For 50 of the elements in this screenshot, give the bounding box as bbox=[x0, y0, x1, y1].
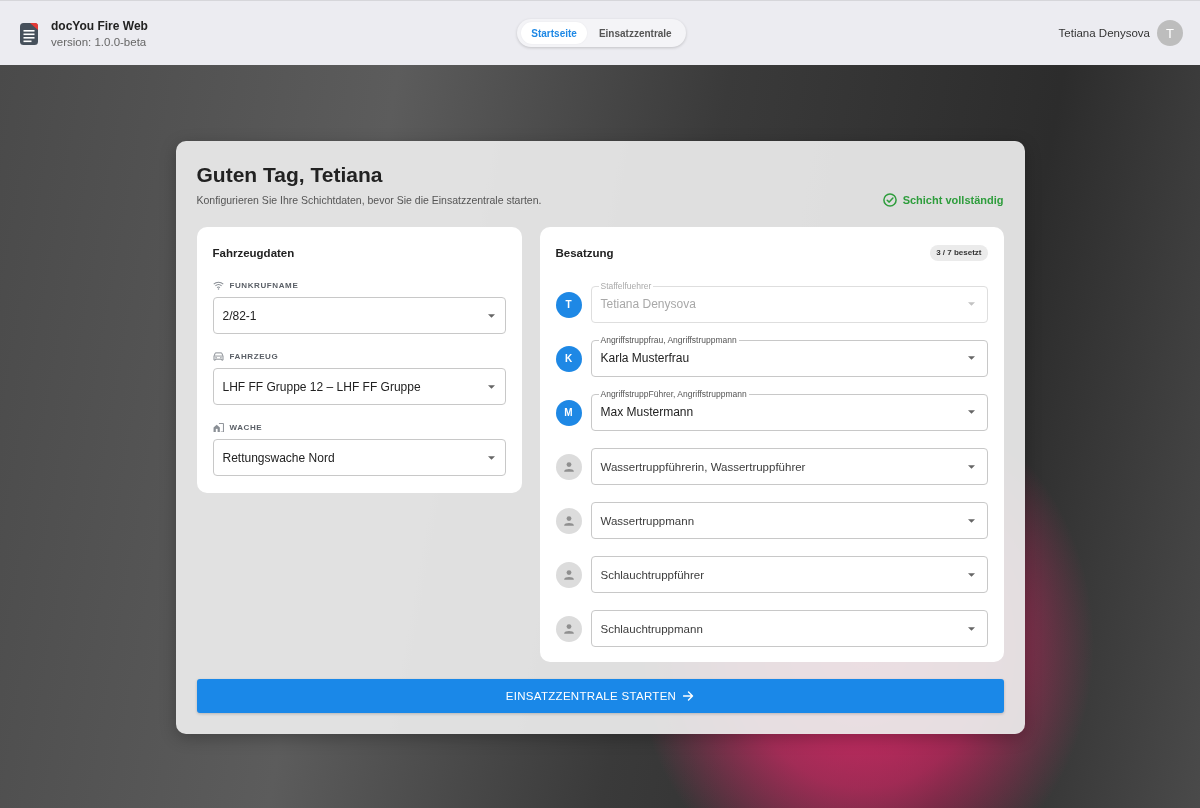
panel-title: Besatzung bbox=[555, 246, 614, 261]
user-name: Tetiana Denysova bbox=[1058, 27, 1150, 39]
field-label: FAHRZEUG bbox=[229, 351, 279, 362]
caret-icon bbox=[967, 518, 975, 523]
crew-select[interactable]: Wassertruppführerin, Wassertruppführer bbox=[590, 448, 988, 485]
check-circle-icon bbox=[882, 193, 897, 207]
crew-select[interactable]: AngriffstruppFührer, Angriffstruppmann Max Mustermann bbox=[590, 388, 988, 431]
member-avatar: K bbox=[555, 345, 582, 372]
shift-status: Schicht vollständig bbox=[902, 194, 1004, 206]
building-icon bbox=[212, 423, 224, 432]
crew-select[interactable]: Angriffstruppfrau, Angriffstruppmann Karla Musterfrau bbox=[590, 334, 988, 377]
panel-title: Fahrzeugdaten bbox=[212, 246, 296, 261]
caret-icon bbox=[487, 384, 495, 389]
wifi-icon bbox=[212, 281, 224, 290]
arrow-right-icon bbox=[683, 691, 695, 701]
field-label: FUNKRUFNAME bbox=[229, 280, 299, 291]
field-label: Staffelfuehrer bbox=[599, 280, 653, 292]
app-title: docYou Fire Web bbox=[51, 18, 148, 33]
caret-icon bbox=[967, 302, 975, 306]
member-avatar: M bbox=[555, 399, 582, 426]
select-field[interactable]: Rettungswache Nord bbox=[212, 439, 506, 476]
start-button[interactable]: EINSATZZENTRALE STARTEN bbox=[196, 679, 1004, 713]
field-label: Angriffstruppfrau, Angriffstruppmann bbox=[599, 334, 738, 346]
person-icon bbox=[555, 561, 582, 588]
car-icon bbox=[212, 352, 224, 361]
select-field[interactable]: 2/82-1 bbox=[212, 297, 506, 334]
crew-select[interactable]: Schlauchtruppmann bbox=[590, 610, 988, 647]
select-field[interactable]: LHF FF Gruppe 12 – LHF FF Gruppe bbox=[212, 368, 506, 405]
caret-icon bbox=[487, 313, 495, 318]
nav-tab[interactable]: Startseite bbox=[521, 22, 587, 44]
crew-select[interactable]: Wassertruppmann bbox=[590, 502, 988, 539]
caret-icon bbox=[967, 572, 975, 577]
crew-count-badge: 3 / 7 besetzt bbox=[930, 245, 988, 261]
person-icon bbox=[555, 615, 582, 642]
field-label: AngriffstruppFührer, Angriffstruppmann bbox=[599, 388, 748, 400]
caret-icon bbox=[967, 356, 975, 360]
nav-tab[interactable]: Einsatzzentrale bbox=[588, 22, 682, 44]
field-label: WACHE bbox=[229, 422, 263, 433]
member-avatar: T bbox=[555, 291, 582, 318]
caret-icon bbox=[967, 410, 975, 414]
greeting-title: Guten Tag, Tetiana bbox=[196, 162, 384, 188]
greeting-subtitle: Konfigurieren Sie Ihre Schichtdaten, bevor Sie die Einsatzzentrale starten. bbox=[196, 193, 542, 207]
app-version: version: 1.0.0-beta bbox=[51, 35, 148, 48]
document-logo-icon bbox=[20, 21, 38, 45]
caret-icon bbox=[967, 464, 975, 469]
crew-select[interactable]: Schlauchtruppführer bbox=[590, 556, 988, 593]
caret-icon bbox=[487, 455, 495, 460]
caret-icon bbox=[967, 626, 975, 631]
person-icon bbox=[555, 453, 582, 480]
person-icon bbox=[555, 507, 582, 534]
